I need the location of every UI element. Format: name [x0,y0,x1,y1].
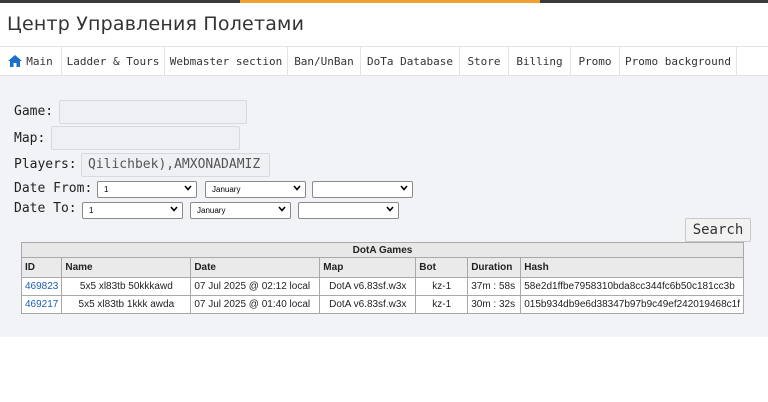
date-from-year-select[interactable] [312,181,413,198]
main-nav: Main Ladder & Tours Webmaster section Ba… [0,46,768,76]
players-label: Players: [14,157,77,172]
table-row: 469217 5x5 xl83tb 1kkk awda 07 Jul 2025 … [20,295,744,314]
players-input[interactable]: Qilichbek),AMXONADAMIZ [81,153,270,177]
chevron-down-icon [170,206,178,212]
game-map: DotA v6.83sf.w3x [319,295,417,314]
date-to-day-select[interactable]: 1 [82,202,183,219]
col-header-bot: Bot [415,257,469,278]
col-header-hash: Hash [520,257,744,278]
date-from-month-select[interactable]: January [205,181,306,198]
home-icon [8,55,23,67]
nav-item-ladder-tours[interactable]: Ladder & Tours [62,47,165,76]
nav-item-promo-background[interactable]: Promo background [620,47,737,76]
date-from-day-select[interactable]: 1 [97,181,197,198]
game-date: 07 Jul 2025 @ 02:12 local [190,277,321,296]
nav-item-promo[interactable]: Promo [571,47,620,76]
date-from-day-value: 1 [104,185,109,194]
game-duration: 37m : 58s [467,277,522,296]
col-header-duration: Duration [467,257,522,278]
game-bot: kz-1 [415,277,469,296]
game-date: 07 Jul 2025 @ 01:40 local [190,295,321,314]
chevron-down-icon [184,185,192,191]
table-caption: DotA Games [21,242,744,258]
game-duration: 30m : 32s [467,295,522,314]
date-to-year-select[interactable] [298,202,399,219]
date-to-day-value: 1 [89,206,94,215]
table-row: 469823 5x5 xl83tb 50kkkawd 07 Jul 2025 @… [20,277,744,296]
date-to-label: Date To: [14,201,77,216]
chevron-down-icon [400,185,408,191]
page-title: Центр Управления Полетами [7,13,305,35]
top-strip-accent [240,0,540,3]
chevron-down-icon [278,206,286,212]
game-id-link[interactable]: 469217 [25,299,58,310]
game-name: 5x5 xl83tb 50kkkawd [61,277,192,296]
nav-item-dota-database[interactable]: DoTa Database [361,47,460,76]
game-label: Game: [14,104,54,119]
nav-label-main: Main [26,55,53,68]
game-hash: 58e2d1ffbe7958310bda8cc344fc6b50c181cc3b [520,277,744,296]
nav-item-billing[interactable]: Billing [509,47,571,76]
date-from-label: Date From: [14,181,93,196]
games-table: DotA Games ID Name Date Map Bot Duration… [20,242,744,314]
map-input[interactable] [51,126,240,150]
table-header-row: ID Name Date Map Bot Duration Hash [20,257,744,278]
top-strip [0,0,768,3]
col-header-date: Date [190,257,321,278]
game-input[interactable] [59,100,247,124]
game-bot: kz-1 [415,295,469,314]
nav-item-webmaster-section[interactable]: Webmaster section [165,47,288,76]
col-header-id: ID [20,257,63,278]
nav-item-store[interactable]: Store [460,47,509,76]
search-button[interactable]: Search [685,218,751,242]
game-hash: 015b934db9e6d38347b97b9c49ef242019468c1f [520,295,744,314]
game-map: DotA v6.83sf.w3x [319,277,417,296]
date-from-month-value: January [212,185,241,194]
map-label: Map: [14,131,46,146]
nav-item-ban-unban[interactable]: Ban/UnBan [288,47,361,76]
chevron-down-icon [386,206,394,212]
date-to-month-select[interactable]: January [190,202,291,219]
col-header-map: Map [319,257,417,278]
col-header-name: Name [61,257,192,278]
nav-item-main[interactable]: Main [0,47,62,76]
table-caption-row: DotA Games [21,242,744,258]
game-id-link[interactable]: 469823 [25,281,58,292]
game-name: 5x5 xl83tb 1kkk awda [61,295,192,314]
chevron-down-icon [293,185,301,191]
date-to-month-value: January [197,206,226,215]
